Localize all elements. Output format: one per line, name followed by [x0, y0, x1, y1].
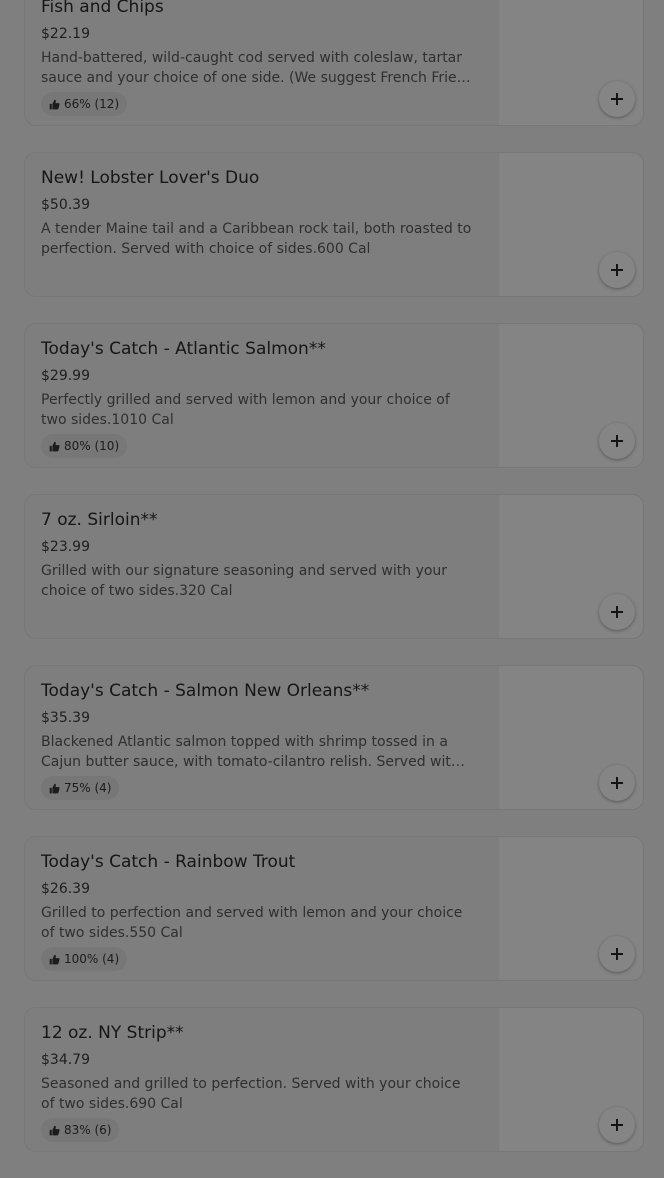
menu-item-price: $26.39 [41, 881, 90, 897]
menu-item-description: Seasoned and grilled to perfection. Serv… [41, 1076, 461, 1112]
thumbs-up-icon [49, 954, 60, 965]
rating-badge: 80% (10) [41, 434, 128, 458]
menu-item-card[interactable]: 12 oz. NY Strip** $34.79 Seasoned and gr… [24, 1007, 644, 1152]
add-to-cart-button[interactable] [599, 1107, 635, 1143]
rating-badge: 83% (6) [41, 1118, 120, 1142]
rating-value: 66% (12) [64, 97, 120, 111]
rating-value: 100% (4) [64, 952, 120, 966]
menu-item-title: 12 oz. NY Strip** [41, 1023, 184, 1043]
menu-item-card[interactable]: Fish and Chips $22.19 Hand-battered, wil… [24, 0, 644, 126]
menu-item-card[interactable]: Today's Catch - Rainbow Trout $26.39 Gri… [24, 836, 644, 981]
plus-icon [611, 777, 623, 789]
menu-item-price: $23.99 [41, 539, 90, 555]
menu-item-price: $34.79 [41, 1052, 90, 1068]
thumbs-up-icon [49, 99, 60, 110]
add-to-cart-button[interactable] [599, 252, 635, 288]
plus-icon [611, 948, 623, 960]
rating-badge: 100% (4) [41, 947, 128, 971]
menu-item-title: New! Lobster Lover's Duo [41, 168, 260, 188]
rating-value: 80% (10) [64, 439, 120, 453]
add-to-cart-button[interactable] [599, 594, 635, 630]
menu-item-description: A tender Maine tail and a Caribbean rock… [41, 221, 472, 257]
add-to-cart-button[interactable] [599, 765, 635, 801]
menu-item-title: Today's Catch - Atlantic Salmon** [41, 339, 326, 359]
rating-badge: 66% (12) [41, 92, 128, 116]
plus-icon [611, 606, 623, 618]
add-to-cart-button[interactable] [599, 936, 635, 972]
thumbs-up-icon [49, 783, 60, 794]
menu-item-description: Grilled with our signature seasoning and… [41, 563, 448, 599]
menu-item-card[interactable]: 7 oz. Sirloin** $23.99 Grilled with our … [24, 494, 644, 639]
menu-item-price: $29.99 [41, 368, 90, 384]
plus-icon [611, 1119, 623, 1131]
plus-icon [611, 93, 623, 105]
menu-item-card[interactable]: Today's Catch - Atlantic Salmon** $29.99… [24, 323, 644, 468]
menu-item-description: Perfectly grilled and served with lemon … [41, 392, 450, 428]
thumbs-up-icon [49, 441, 60, 452]
rating-value: 75% (4) [64, 781, 112, 795]
plus-icon [611, 435, 623, 447]
menu-item-card[interactable]: New! Lobster Lover's Duo $50.39 A tender… [24, 152, 644, 297]
rating-badge: 75% (4) [41, 776, 120, 800]
menu-item-description: Hand-battered, wild-caught cod served wi… [41, 50, 464, 86]
thumbs-up-icon [49, 1125, 60, 1136]
rating-value: 83% (6) [64, 1123, 112, 1137]
plus-icon [611, 264, 623, 276]
menu-item-title: Fish and Chips [41, 0, 164, 17]
menu-item-description: Blackened Atlantic salmon topped with sh… [41, 734, 460, 770]
menu-item-title: Today's Catch - Rainbow Trout [41, 852, 296, 872]
menu-item-list: Fish and Chips $22.19 Hand-battered, wil… [24, 0, 644, 1178]
menu-item-title: Today's Catch - Salmon New Orleans** [41, 681, 370, 701]
menu-item-price: $22.19 [41, 26, 90, 42]
add-to-cart-button[interactable] [599, 423, 635, 459]
menu-item-title: 7 oz. Sirloin** [41, 510, 158, 530]
menu-item-price: $50.39 [41, 197, 90, 213]
add-to-cart-button[interactable] [599, 81, 635, 117]
menu-item-price: $35.39 [41, 710, 90, 726]
menu-item-card[interactable]: Today's Catch - Salmon New Orleans** $35… [24, 665, 644, 810]
menu-item-description: Grilled to perfection and served with le… [41, 905, 463, 941]
